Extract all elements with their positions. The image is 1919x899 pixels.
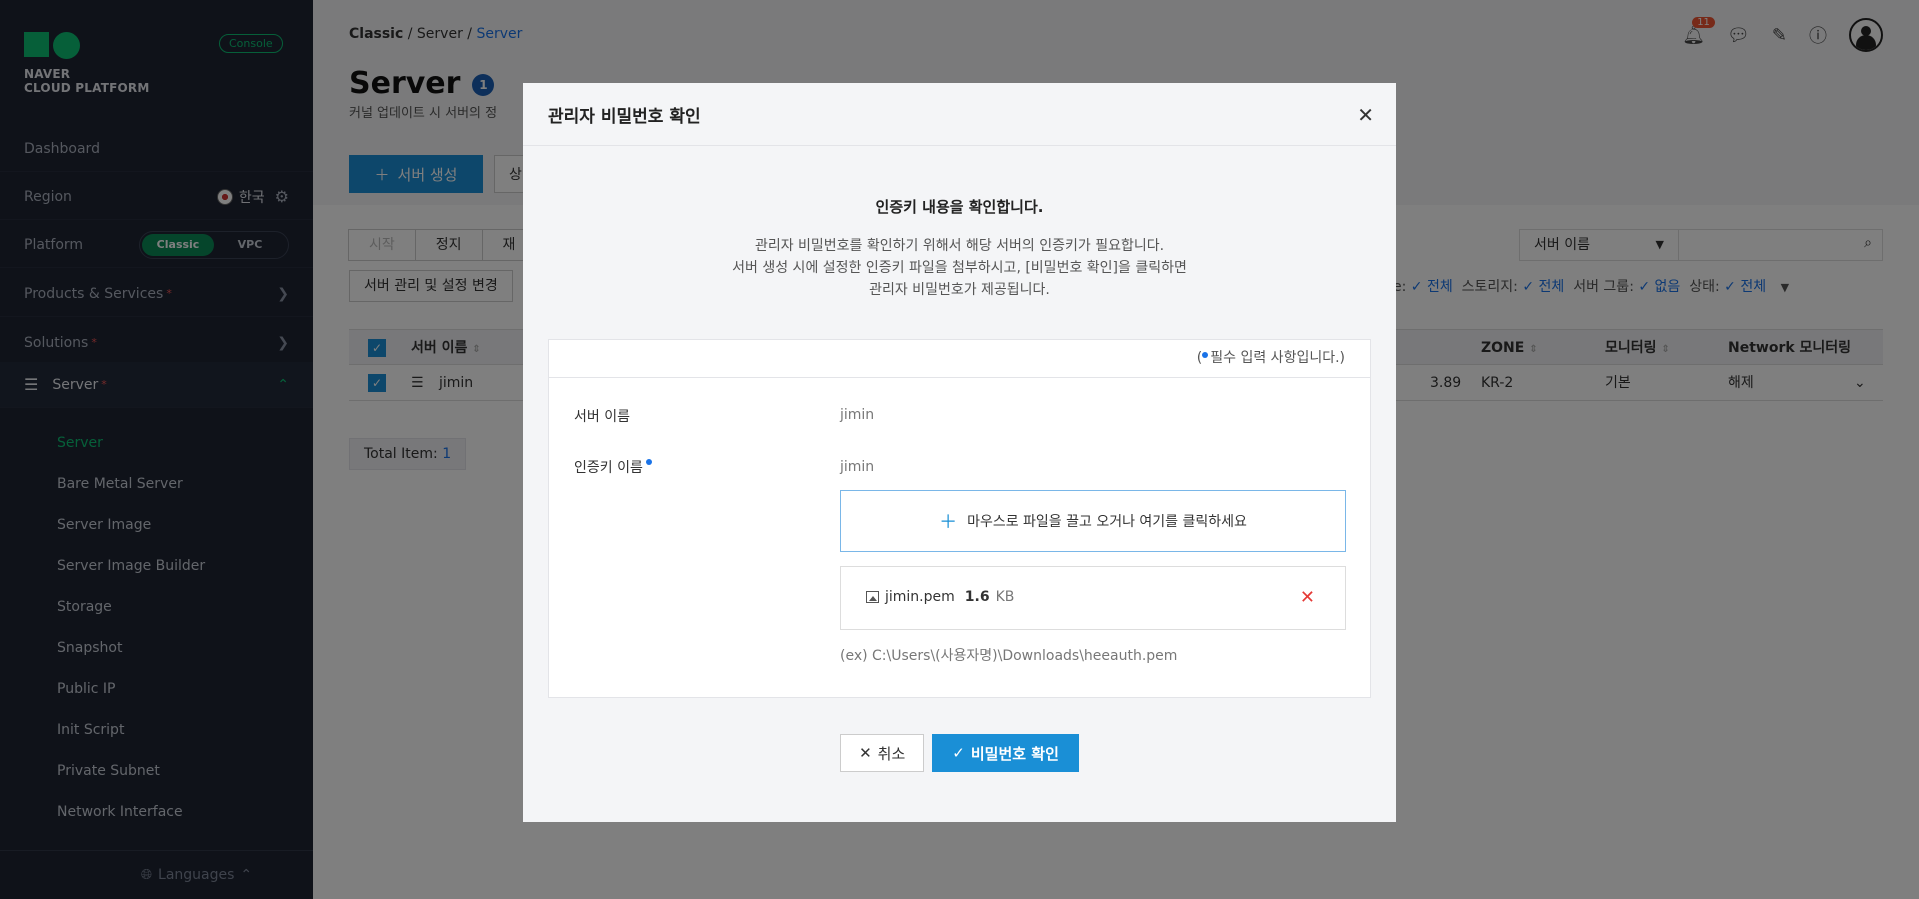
intro-line-2: 서버 생성 시에 설정한 인증키 파일을 첨부하시고, [비밀번호 확인]을 클… xyxy=(732,260,1187,276)
remove-file-icon[interactable]: ✕ xyxy=(1300,587,1315,608)
intro-line-3: 관리자 비밀번호가 제공됩니다. xyxy=(869,282,1050,298)
cancel-button[interactable]: ✕ 취소 xyxy=(840,734,925,772)
confirm-password-button[interactable]: ✓ 비밀번호 확인 xyxy=(932,734,1079,772)
plus-icon: ＋ xyxy=(939,512,958,533)
required-dot-icon xyxy=(645,459,652,465)
intro-title: 인증키 내용을 확인합니다. xyxy=(875,198,1044,216)
required-note-text: 필수 입력 사항입니다.) xyxy=(1210,350,1345,366)
file-name: jimin.pem xyxy=(885,589,955,605)
dropzone-text: 마우스로 파일을 끌고 오거나 여기를 클릭하세요 xyxy=(967,514,1247,530)
auth-key-label-text: 인증키 이름 xyxy=(574,460,643,476)
required-note-paren: ( xyxy=(1196,350,1203,366)
intro-description: 관리자 비밀번호를 확인하기 위해서 해당 서버의 인증키가 필요합니다. 서버… xyxy=(523,235,1396,301)
example-path: (ex) C:\Users\(사용자명)\Downloads\heeauth.p… xyxy=(840,648,1178,664)
confirm-button-label: 비밀번호 확인 xyxy=(970,744,1059,763)
required-dot-icon xyxy=(1202,352,1209,358)
file-dropzone[interactable]: ＋ 마우스로 파일을 끌고 오거나 여기를 클릭하세요 xyxy=(840,490,1346,552)
file-image-icon xyxy=(866,591,879,603)
auth-key-value: jimin xyxy=(840,459,875,475)
modal-footer: ✕ 취소 ✓ 비밀번호 확인 xyxy=(523,734,1396,772)
intro-line-1: 관리자 비밀번호를 확인하기 위해서 해당 서버의 인증키가 필요합니다. xyxy=(754,238,1165,254)
required-note: ( 필수 입력 사항입니다.) xyxy=(549,340,1370,378)
cancel-button-label: 취소 xyxy=(877,744,906,763)
modal-header: 관리자 비밀번호 확인 ✕ xyxy=(523,83,1396,146)
attached-file: jimin.pem 1.6 KB ✕ xyxy=(840,566,1346,630)
file-info: jimin.pem 1.6 KB xyxy=(866,589,1014,605)
server-name-label: 서버 이름 xyxy=(574,409,630,425)
auth-key-label: 인증키 이름 xyxy=(574,457,654,477)
close-icon[interactable]: ✕ xyxy=(1357,103,1374,127)
file-size-unit: KB xyxy=(995,589,1015,605)
password-confirm-modal: 관리자 비밀번호 확인 ✕ 인증키 내용을 확인합니다. 관리자 비밀번호를 확… xyxy=(523,83,1396,822)
form-panel: (필수 입력 사항입니다.) 서버 이름 jimin 인증키 이름 jimin … xyxy=(548,339,1371,698)
server-name-value: jimin xyxy=(840,407,875,423)
check-icon: ✓ xyxy=(952,744,965,762)
file-size: 1.6 xyxy=(964,589,990,605)
modal-title: 관리자 비밀번호 확인 xyxy=(548,106,701,127)
close-icon: ✕ xyxy=(859,744,872,762)
